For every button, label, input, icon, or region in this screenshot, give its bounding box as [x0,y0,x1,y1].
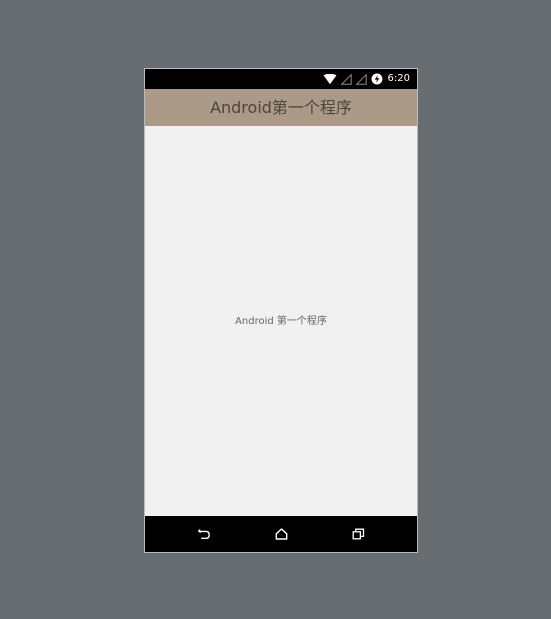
status-icons: 6:20 [323,69,410,89]
status-time: 6:20 [387,73,410,84]
app-title: Android第一个程序 [210,98,352,117]
action-bar: Android第一个程序 [145,89,417,126]
signal-icon [340,73,352,85]
home-icon [275,528,288,540]
back-icon [197,528,211,540]
main-content: Android 第一个程序 [145,126,417,516]
navigation-bar [145,516,417,552]
wifi-icon [323,73,337,85]
status-bar: 6:20 [145,69,417,89]
android-device-screen: 6:20 Android第一个程序 Android 第一个程序 [144,68,418,553]
hello-text: Android 第一个程序 [235,316,327,327]
home-button[interactable] [259,516,303,552]
recent-apps-button[interactable] [336,516,380,552]
signal-icon [355,73,367,85]
back-button[interactable] [182,516,226,552]
recent-apps-icon [352,528,365,540]
data-saver-icon [371,73,383,85]
